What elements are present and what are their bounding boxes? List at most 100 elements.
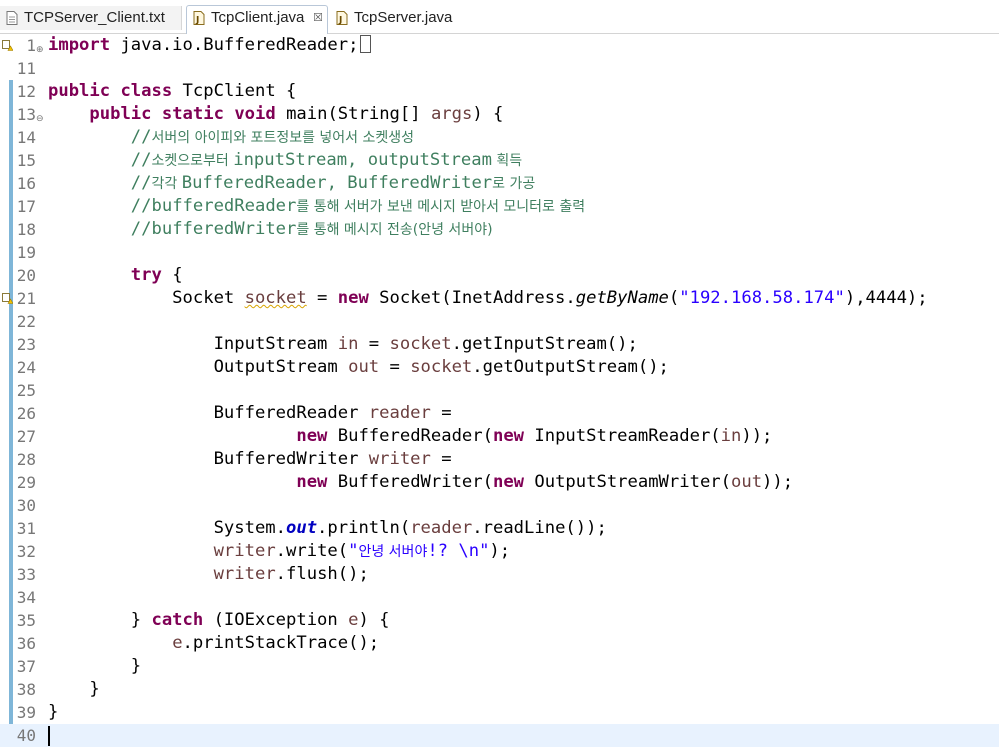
tab-tcpserver-java[interactable]: J TcpServer.java [330, 6, 460, 30]
code-line[interactable]: 37 } [0, 655, 999, 678]
code-token: // [130, 150, 152, 170]
line-number: 12 [16, 82, 36, 101]
code-line[interactable]: 30 [0, 494, 999, 517]
code-line[interactable]: 29 new BufferedWriter(new OutputStreamWr… [0, 471, 999, 494]
code-line[interactable]: 12 public class TcpClient { [0, 80, 999, 103]
code-token: args [430, 104, 473, 124]
text-caret [48, 726, 50, 746]
code-token: out [731, 472, 763, 492]
code-line[interactable]: 13 ⊖ public static void main(String[] arg… [0, 103, 999, 126]
tab-tcpserver-client-txt[interactable]: TCPServer_Client.txt [0, 6, 182, 30]
tab-tcpclient-java[interactable]: J TcpClient.java ☒ [186, 5, 328, 34]
code-token: BufferedWriter [48, 449, 369, 469]
code-line[interactable]: 24 OutputStream out = socket.getOutputSt… [0, 356, 999, 379]
code-text: } [48, 678, 100, 701]
code-text: //서버의 아이피와 포트정보를 넣어서 소켓생성 [48, 126, 414, 150]
code-line[interactable]: 28 BufferedWriter writer = [0, 448, 999, 471]
code-line[interactable]: 1 ⊕ import java.io.BufferedReader; [0, 34, 999, 57]
code-token: .println( [317, 518, 411, 538]
svg-text:J: J [338, 16, 342, 26]
code-token: socket [389, 334, 452, 354]
code-token: .readLine()); [472, 518, 607, 538]
code-line[interactable]: 16 //각각 BufferedReader, BufferedWriter로 … [0, 172, 999, 195]
tab-label: TCPServer_Client.txt [24, 9, 165, 26]
code-text: System.out.println(reader.readLine()); [48, 517, 607, 540]
code-token: inputStream, outputStream [233, 150, 492, 170]
current-code-line[interactable]: 40 [0, 724, 999, 747]
line-number: 11 [16, 59, 36, 78]
code-line[interactable]: 26 BufferedReader reader = [0, 402, 999, 425]
code-token: = [358, 334, 390, 354]
code-line[interactable]: 20 try { [0, 264, 999, 287]
code-line[interactable]: 11 [0, 57, 999, 80]
code-editor[interactable]: 1 ⊕ import java.io.BufferedReader; 11 12 publ… [0, 34, 999, 750]
code-token: ),4444); [844, 288, 928, 308]
code-line[interactable]: 35 } catch (IOException e) { [0, 609, 999, 632]
code-line[interactable]: 31 System.out.println(reader.readLine())… [0, 517, 999, 540]
code-token: BufferedReader, BufferedWriter [181, 173, 493, 193]
code-text: Socket socket = new Socket(InetAddress.g… [48, 287, 928, 310]
code-line[interactable]: 22 [0, 310, 999, 333]
code-token: void [234, 104, 276, 124]
code-line[interactable]: 27 new BufferedReader(new InputStreamRea… [0, 425, 999, 448]
line-number: 23 [16, 335, 36, 354]
code-token: TcpClient { [172, 81, 297, 101]
code-token: = [430, 449, 452, 469]
code-line[interactable]: 19 [0, 241, 999, 264]
code-token: (IOException [203, 610, 349, 630]
code-line[interactable]: 17 //bufferedReader를 통해 서버가 보낸 메시지 받아서 모… [0, 195, 999, 218]
code-text: try { [48, 264, 183, 287]
code-line[interactable]: 34 [0, 586, 999, 609]
line-number: 21 [16, 289, 36, 308]
code-line[interactable]: 38 } [0, 678, 999, 701]
code-token: catch [151, 610, 204, 630]
code-token: } [48, 679, 100, 699]
code-token: " [348, 541, 359, 561]
line-number: 30 [16, 496, 36, 515]
code-token: 획득 [491, 153, 523, 169]
code-line[interactable]: 18 //bufferedWriter를 통해 메시지 전송(안녕 서버야) [0, 218, 999, 241]
line-number: 17 [16, 197, 36, 216]
code-text: writer.write("안녕 서버야!? \n"); [48, 540, 511, 564]
code-token: .flush(); [275, 564, 369, 584]
line-number: 18 [16, 220, 36, 239]
line-number: 32 [16, 542, 36, 561]
close-icon[interactable]: ☒ [313, 6, 323, 30]
code-token: BufferedReader [48, 403, 369, 423]
line-number: 34 [16, 588, 36, 607]
code-token: Socket [48, 288, 245, 308]
code-token: writer [368, 449, 431, 469]
code-token: !? \n" [427, 541, 490, 561]
code-text: //bufferedReader를 통해 서버가 보낸 메시지 받아서 모니터로… [48, 195, 585, 219]
code-line[interactable]: 36 e.printStackTrace(); [0, 632, 999, 655]
code-token: // [130, 127, 152, 147]
folded-imports-box[interactable] [360, 35, 372, 53]
code-token: InputStreamReader( [524, 426, 721, 446]
code-token: java.io.BufferedReader; [110, 35, 359, 55]
code-token: ); [489, 541, 511, 561]
code-line[interactable]: 23 InputStream in = socket.getInputStrea… [0, 333, 999, 356]
code-token: )); [762, 472, 794, 492]
code-token: new [296, 426, 328, 446]
code-line[interactable]: 21 Socket socket = new Socket(InetAddres… [0, 287, 999, 310]
code-line[interactable]: 33 writer.flush(); [0, 563, 999, 586]
code-line[interactable]: 15 //소켓으로부터 inputStream, outputStream 획득 [0, 149, 999, 172]
code-token: 로 가공 [492, 176, 536, 192]
line-number: 24 [16, 358, 36, 377]
code-text: InputStream in = socket.getInputStream()… [48, 333, 638, 356]
code-text: } [48, 701, 58, 724]
code-line[interactable]: 14 //서버의 아이피와 포트정보를 넣어서 소켓생성 [0, 126, 999, 149]
code-line[interactable]: 25 [0, 379, 999, 402]
code-line[interactable]: 39} [0, 701, 999, 724]
code-text: //각각 BufferedReader, BufferedWriter로 가공 [48, 172, 535, 196]
code-token: = [430, 403, 452, 423]
code-line[interactable]: 32 writer.write("안녕 서버야!? \n"); [0, 540, 999, 563]
